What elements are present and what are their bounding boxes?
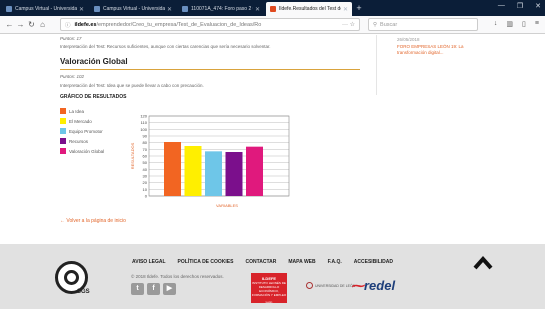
- site-favicon-icon: [94, 6, 100, 12]
- sidebar-icon[interactable]: ▯: [522, 20, 526, 28]
- results-main: Puntos: 17 Interpretación del Test: Recu…: [60, 35, 360, 224]
- back-icon[interactable]: ←: [4, 20, 15, 29]
- bar-equipo-promotor: [205, 151, 222, 196]
- y-tick-label: 110: [141, 120, 148, 125]
- y-tick-label: 100: [140, 127, 147, 132]
- copyright-text: © 2018 Ildefe. Todos los derechos reserv…: [131, 274, 224, 279]
- browser-nav-bar: ← → ↻ ⌂ ⓘ ildefe.es /emprendedor/Creo_tu…: [0, 16, 545, 34]
- url-bar[interactable]: ⓘ ildefe.es /emprendedor/Creo_tu_empresa…: [60, 18, 360, 31]
- close-tab-icon[interactable]: ✕: [167, 6, 172, 13]
- home-icon[interactable]: ⌂: [37, 20, 48, 29]
- redel-logo[interactable]: ⁓redel: [351, 278, 395, 294]
- browser-tab[interactable]: Campus Virtual - Universidad I ✕: [90, 2, 176, 16]
- x-axis-title: VARIABLES: [216, 203, 238, 208]
- url-path: /emprendedor/Creo_tu_empresa/Test_de_Eva…: [96, 21, 262, 28]
- youtube-icon[interactable]: ▶: [163, 283, 176, 295]
- legend-item: La Idea: [60, 106, 104, 116]
- bar-el-mercado: [184, 146, 202, 196]
- global-interpretation: Interpretación del Test: Idea que se pue…: [60, 83, 204, 88]
- page-content: Puntos: 17 Interpretación del Test: Recu…: [0, 35, 545, 244]
- legend-swatch: [60, 108, 66, 114]
- url-domain: ildefe.es: [74, 21, 97, 28]
- news-sidebar: 26/05/2018 FORO EMPRESAS LEÓN 19: La tra…: [376, 35, 526, 95]
- footer-links: AVISO LEGAL POLÍTICA DE COOKIES CONTACTA…: [132, 259, 393, 265]
- results-bar-chart: 0 10 2030 40 5060 70 8090 100 110120 RESULTADOS VA…: [130, 114, 290, 208]
- search-input[interactable]: ⚲ Buscar: [368, 18, 478, 31]
- y-axis-title: RESULTADOS: [130, 142, 135, 169]
- previous-score: Puntos: 17: [60, 36, 82, 41]
- legend-swatch: [60, 128, 66, 134]
- site-favicon-icon: [270, 6, 276, 12]
- bar-la-idea: [164, 142, 181, 196]
- y-tick-label: 90: [143, 134, 148, 139]
- global-score: Puntos: 102: [60, 74, 85, 79]
- news-date: 26/05/2018: [397, 37, 420, 42]
- close-tab-icon[interactable]: ✕: [343, 6, 348, 13]
- browser-toolbar: ↓ ▥ ▯ ≡: [494, 20, 539, 28]
- y-tick-label: 70: [143, 147, 148, 152]
- sgs-label: SGS: [77, 289, 90, 295]
- browser-tab-active[interactable]: Ildefe.Resultados del Test de C ✕: [266, 2, 352, 16]
- footer-link-contact[interactable]: CONTACTAR: [245, 259, 276, 265]
- site-info-icon[interactable]: ⓘ: [65, 21, 71, 29]
- bar-recursos: [225, 152, 243, 196]
- legend-swatch: [60, 138, 66, 144]
- y-tick-label: 50: [143, 160, 148, 165]
- legend-item: Equipo Promotor: [60, 126, 104, 136]
- y-tick-label: 120: [140, 114, 147, 119]
- y-tick-label: 40: [143, 167, 148, 172]
- close-window-icon[interactable]: ✕: [535, 2, 541, 10]
- maximize-icon[interactable]: ❐: [517, 2, 523, 10]
- bar-valoración-global: [246, 146, 263, 196]
- y-tick-label: 10: [143, 187, 148, 192]
- browser-tab-bar: Campus Virtual - Universidad I ✕ Campus …: [0, 0, 545, 16]
- legend-item: Valoración Global: [60, 146, 104, 156]
- university-logo[interactable]: UNIVERSIDAD DE LEÓN: [306, 282, 355, 289]
- news-link[interactable]: FORO EMPRESAS LEÓN 19: La transformación…: [397, 44, 467, 56]
- social-links: t f ▶: [131, 283, 176, 295]
- footer-link-sitemap[interactable]: MAPA WEB: [288, 259, 315, 265]
- site-favicon-icon: [182, 6, 188, 12]
- footer-link-legal[interactable]: AVISO LEGAL: [132, 259, 166, 265]
- library-icon[interactable]: ▥: [506, 20, 513, 28]
- facebook-icon[interactable]: f: [147, 283, 160, 295]
- ildefe-logo[interactable]: ILDEFE INSTITUTO LEONÉS DE DESARROLLO EC…: [251, 273, 287, 304]
- browser-tab[interactable]: 110071A_474: Foro paso 2 Ord ✕: [178, 2, 264, 16]
- back-to-home-link[interactable]: ← Volver a la página de inicio: [60, 218, 126, 224]
- legend-swatch: [60, 148, 66, 154]
- legend-swatch: [60, 118, 66, 124]
- minimize-icon[interactable]: —: [498, 2, 505, 10]
- twitter-icon[interactable]: t: [131, 283, 144, 295]
- window-controls: — ❐ ✕: [498, 2, 541, 10]
- close-tab-icon[interactable]: ✕: [79, 6, 84, 13]
- page-actions-icon[interactable]: ··· ☆: [342, 21, 355, 28]
- y-tick-label: 0: [145, 194, 148, 199]
- chart-legend: La Idea El Mercado Equipo Promotor Recur…: [60, 106, 104, 156]
- search-icon: ⚲: [373, 21, 378, 28]
- section-title: Valoración Global: [60, 57, 360, 70]
- previous-interpretation: Interpretación del Test: Recursos sufici…: [60, 44, 271, 49]
- forward-icon[interactable]: →: [15, 20, 26, 29]
- scroll-to-top-icon[interactable]: [473, 256, 493, 270]
- y-tick-label: 80: [143, 140, 148, 145]
- reload-icon[interactable]: ↻: [26, 20, 37, 29]
- y-tick-label: 20: [143, 180, 148, 185]
- legend-item: El Mercado: [60, 116, 104, 126]
- search-placeholder: Buscar: [380, 21, 398, 28]
- downloads-icon[interactable]: ↓: [494, 20, 498, 28]
- chart-heading: GRÁFICO DE RESULTADOS: [60, 94, 127, 100]
- y-tick-label: 60: [143, 154, 148, 159]
- new-tab-button[interactable]: +: [352, 2, 366, 16]
- y-tick-label: 30: [143, 174, 148, 179]
- menu-icon[interactable]: ≡: [535, 20, 539, 28]
- footer-link-faq[interactable]: F.A.Q.: [328, 259, 342, 265]
- site-favicon-icon: [6, 6, 12, 12]
- close-tab-icon[interactable]: ✕: [255, 6, 260, 13]
- legend-item: Recursos: [60, 136, 104, 146]
- footer-link-accessibility[interactable]: ACCESIBILIDAD: [354, 259, 393, 265]
- site-footer: SGS AVISO LEGAL POLÍTICA DE COOKIES CONT…: [0, 244, 545, 309]
- university-seal-icon: [306, 282, 313, 289]
- browser-tab[interactable]: Campus Virtual - Universidad I ✕: [2, 2, 88, 16]
- footer-link-cookies[interactable]: POLÍTICA DE COOKIES: [178, 259, 234, 265]
